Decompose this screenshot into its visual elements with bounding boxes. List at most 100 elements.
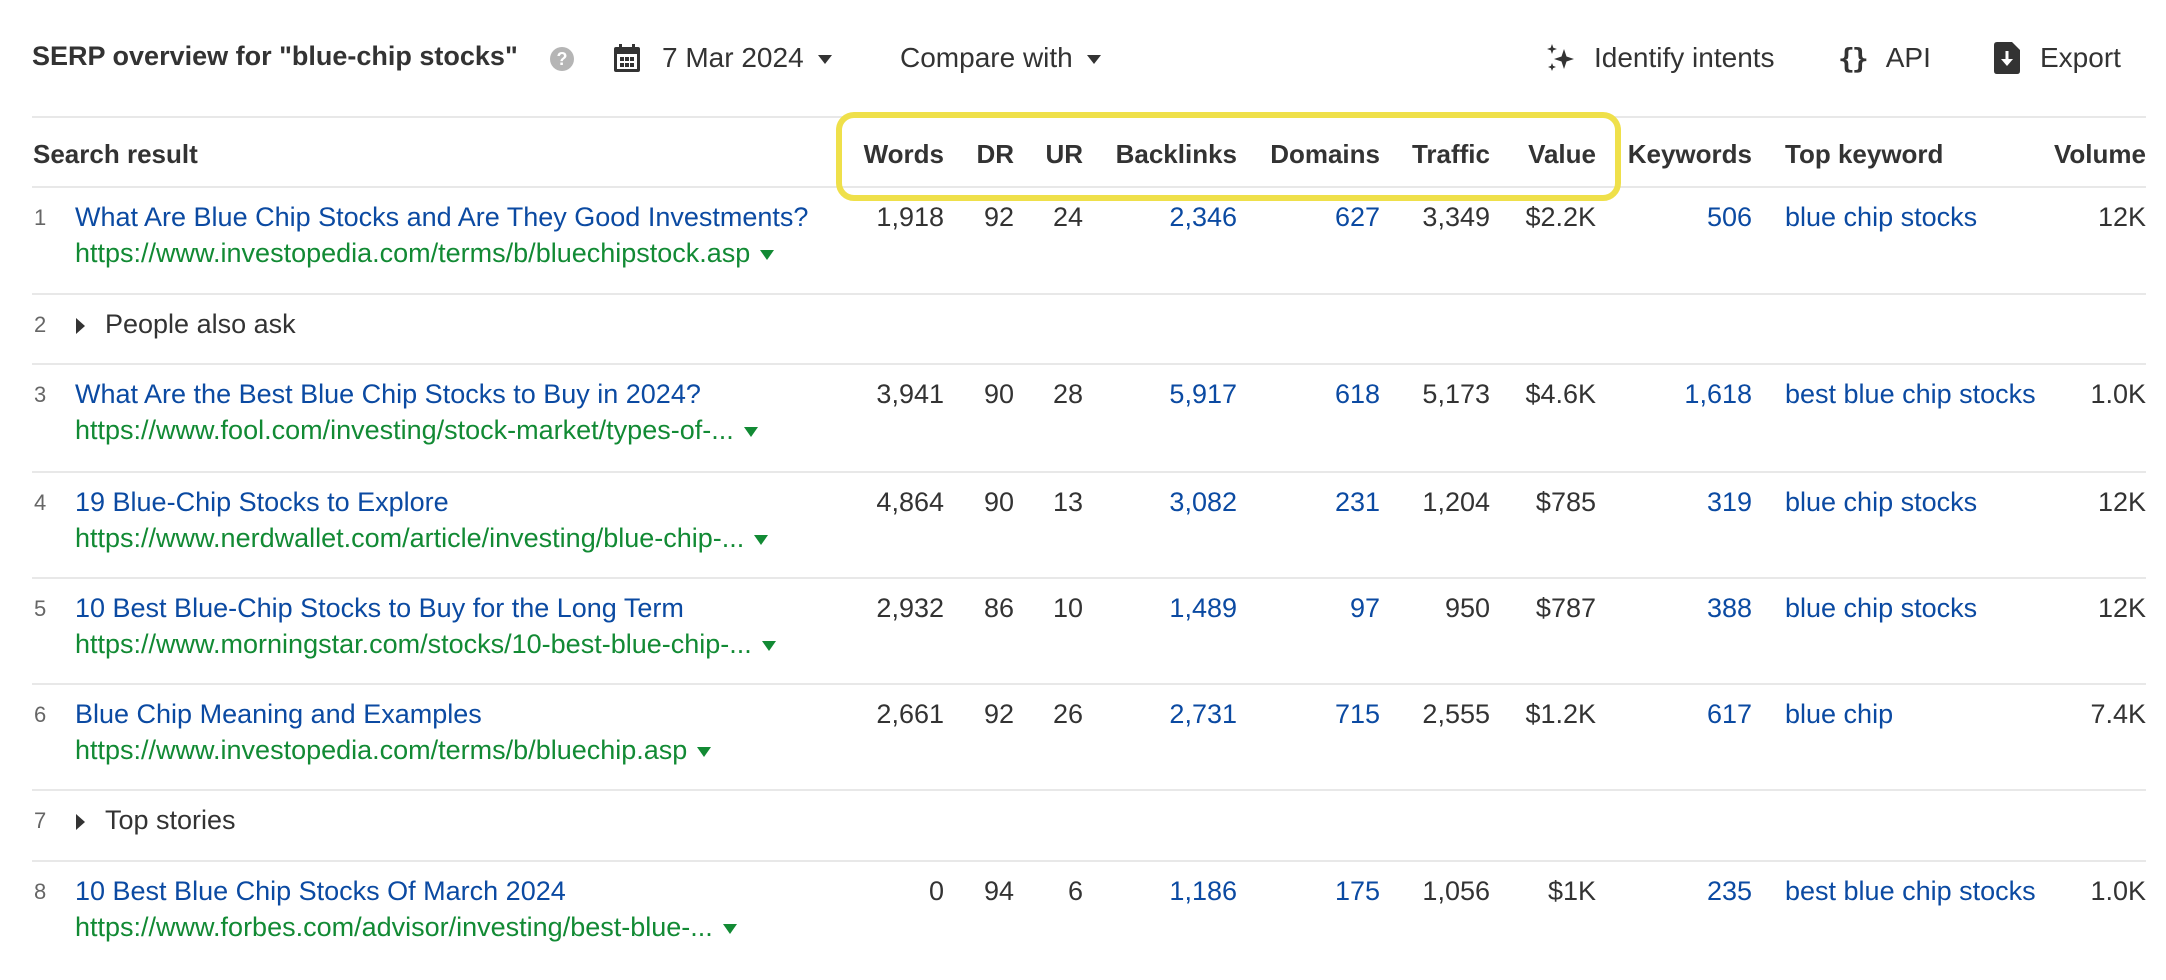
cell-keywords[interactable]: 319	[1707, 487, 1752, 518]
cell-backlinks[interactable]: 2,731	[1169, 699, 1237, 730]
cell-domains[interactable]: 627	[1335, 202, 1380, 233]
cell-dr: 90	[983, 379, 1014, 409]
date-picker-button[interactable]: 7 Mar 2024	[614, 38, 832, 78]
export-label: Export	[2040, 42, 2121, 73]
result-url-link[interactable]: https://www.investopedia.com/terms/b/blu…	[75, 735, 687, 765]
cell-top-keyword[interactable]: best blue chip stocks	[1785, 876, 2036, 907]
result-title-link[interactable]: Blue Chip Meaning and Examples	[75, 699, 482, 730]
cell-words: 2,932	[876, 593, 944, 623]
cell-keywords[interactable]: 235	[1707, 876, 1752, 907]
cell-backlinks[interactable]: 5,917	[1169, 379, 1237, 410]
cell-backlinks[interactable]: 1,489	[1169, 593, 1237, 624]
export-download-icon	[1994, 42, 2020, 74]
cell-top-keyword[interactable]: blue chip stocks	[1785, 202, 1977, 233]
result-url: https://www.forbes.com/advisor/investing…	[75, 912, 737, 943]
cell-backlinks[interactable]: 3,082	[1169, 487, 1237, 518]
cell-ur: 28	[1052, 379, 1083, 409]
result-url-link[interactable]: https://www.morningstar.com/stocks/10-be…	[75, 629, 752, 659]
date-label: 7 Mar 2024	[662, 42, 804, 73]
url-dropdown-caret-icon[interactable]	[743, 426, 758, 437]
result-url-link[interactable]: https://www.nerdwallet.com/article/inves…	[75, 523, 744, 553]
cell-volume: 12K	[2097, 487, 2146, 517]
compare-with-dropdown[interactable]: Compare with	[900, 38, 1101, 78]
chevron-down-icon	[817, 54, 832, 64]
page-title: SERP overview for "blue-chip stocks"	[32, 41, 518, 71]
rank-number: 3	[34, 382, 47, 407]
cell-keywords[interactable]: 506	[1707, 202, 1752, 233]
cell-domains[interactable]: 715	[1335, 699, 1380, 730]
cell-top-keyword[interactable]: blue chip stocks	[1785, 593, 1977, 624]
column-header-ur[interactable]: UR	[1045, 139, 1083, 170]
url-dropdown-caret-icon[interactable]	[760, 249, 775, 260]
cell-domains[interactable]: 175	[1335, 876, 1380, 907]
result-title-link[interactable]: 10 Best Blue Chip Stocks Of March 2024	[75, 876, 566, 907]
column-header-words[interactable]: Words	[864, 139, 944, 170]
divider	[32, 363, 2146, 365]
cell-domains[interactable]: 97	[1350, 593, 1380, 624]
cell-dr: 92	[983, 699, 1014, 729]
url-dropdown-caret-icon[interactable]	[722, 923, 737, 934]
cell-backlinks[interactable]: 1,186	[1169, 876, 1237, 907]
sparkle-icon	[1547, 44, 1574, 71]
cell-domains[interactable]: 231	[1335, 487, 1380, 518]
url-dropdown-caret-icon[interactable]	[697, 746, 712, 757]
cell-top-keyword[interactable]: blue chip	[1785, 699, 1893, 730]
cell-keywords[interactable]: 1,618	[1684, 379, 1752, 410]
column-header-traffic[interactable]: Traffic	[1412, 139, 1490, 170]
result-url-link[interactable]: https://www.forbes.com/advisor/investing…	[75, 912, 713, 942]
divider	[32, 683, 2146, 685]
result-url-link[interactable]: https://www.investopedia.com/terms/b/blu…	[75, 238, 750, 268]
cell-traffic: 1,204	[1422, 487, 1490, 517]
cell-backlinks[interactable]: 2,346	[1169, 202, 1237, 233]
help-icon[interactable]: ?	[550, 47, 574, 71]
result-url: https://www.investopedia.com/terms/b/blu…	[75, 735, 712, 766]
rank-number: 1	[34, 205, 47, 230]
cell-volume: 1.0K	[2090, 379, 2146, 409]
divider	[32, 789, 2146, 791]
cell-keywords[interactable]: 617	[1707, 699, 1752, 730]
divider	[32, 116, 2146, 118]
column-header-value[interactable]: Value	[1528, 139, 1596, 170]
column-header-backlinks[interactable]: Backlinks	[1116, 139, 1237, 170]
export-button[interactable]: Export	[1994, 38, 2121, 78]
cell-traffic: 5,173	[1422, 379, 1490, 409]
result-url: https://www.investopedia.com/terms/b/blu…	[75, 238, 775, 269]
cell-top-keyword[interactable]: blue chip stocks	[1785, 487, 1977, 518]
result-title-link[interactable]: What Are Blue Chip Stocks and Are They G…	[75, 202, 808, 233]
rank-number: 6	[34, 702, 47, 727]
cell-value: $787	[1535, 593, 1596, 623]
column-header-dr[interactable]: DR	[976, 139, 1014, 170]
result-title-link[interactable]: What Are the Best Blue Chip Stocks to Bu…	[75, 379, 701, 410]
cell-value: $4.6K	[1525, 379, 1596, 409]
compare-label: Compare with	[900, 42, 1073, 73]
cell-words: 1,918	[876, 202, 944, 232]
cell-top-keyword[interactable]: best blue chip stocks	[1785, 379, 2036, 410]
cell-keywords[interactable]: 388	[1707, 593, 1752, 624]
url-dropdown-caret-icon[interactable]	[754, 534, 769, 545]
url-dropdown-caret-icon[interactable]	[761, 640, 776, 651]
column-header-volume[interactable]: Volume	[2054, 139, 2146, 170]
cell-dr: 90	[983, 487, 1014, 517]
column-header-keywords[interactable]: Keywords	[1628, 139, 1752, 170]
api-button[interactable]: {} API	[1838, 38, 1931, 78]
cell-value: $1.2K	[1525, 699, 1596, 729]
cell-volume: 12K	[2097, 593, 2146, 623]
cell-words: 4,864	[876, 487, 944, 517]
divider	[32, 293, 2146, 295]
identify-intents-button[interactable]: Identify intents	[1546, 38, 1775, 78]
cell-traffic: 3,349	[1422, 202, 1490, 232]
cell-words: 2,661	[876, 699, 944, 729]
result-title-link[interactable]: 19 Blue-Chip Stocks to Explore	[75, 487, 449, 518]
column-header-domains[interactable]: Domains	[1270, 139, 1380, 170]
expand-group-toggle[interactable]: Top stories	[76, 805, 236, 836]
divider	[32, 860, 2146, 862]
column-header-top-keyword[interactable]: Top keyword	[1785, 139, 1943, 170]
column-header-search-result[interactable]: Search result	[33, 139, 198, 170]
cell-domains[interactable]: 618	[1335, 379, 1380, 410]
result-url-link[interactable]: https://www.fool.com/investing/stock-mar…	[75, 415, 734, 445]
code-braces-icon: {}	[1838, 41, 1869, 75]
cell-ur: 6	[1067, 876, 1083, 906]
result-title-link[interactable]: 10 Best Blue-Chip Stocks to Buy for the …	[75, 593, 684, 624]
expand-group-toggle[interactable]: People also ask	[76, 309, 296, 340]
cell-traffic: 1,056	[1422, 876, 1490, 906]
